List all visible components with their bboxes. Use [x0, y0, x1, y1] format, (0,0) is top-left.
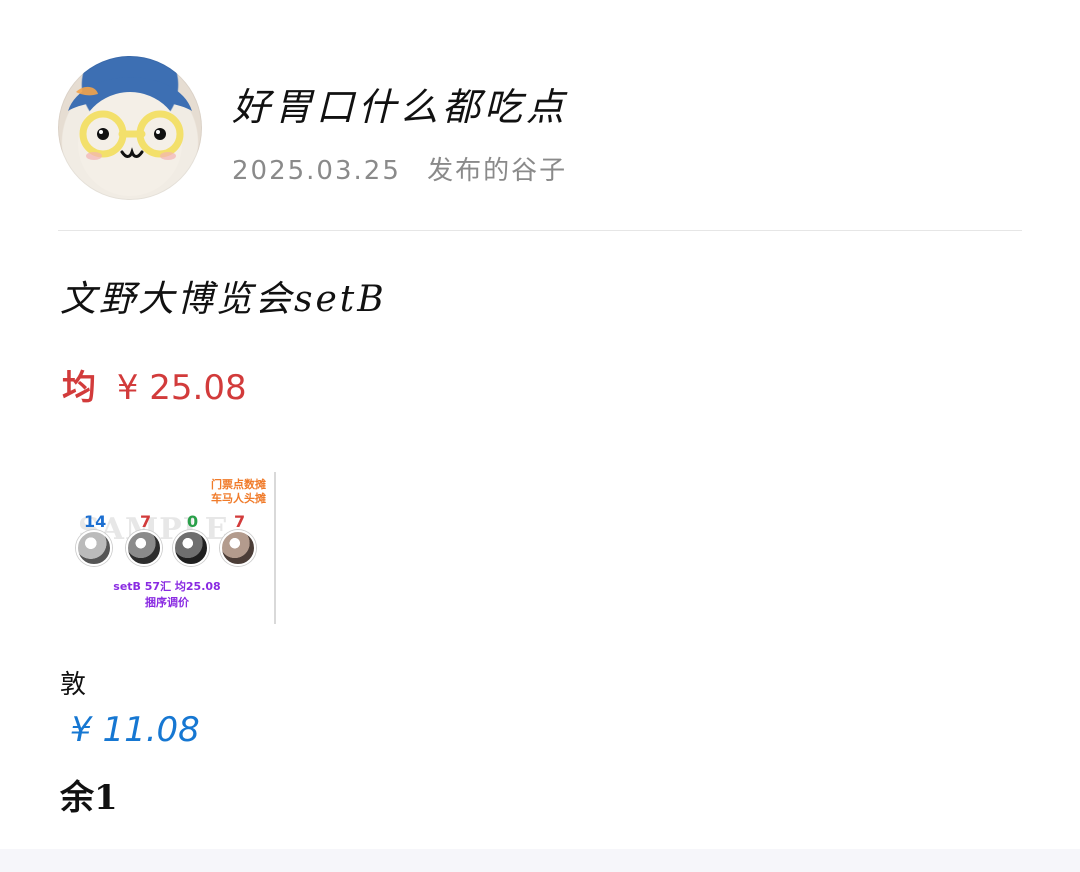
variant-price: ¥ 11.08: [70, 710, 200, 750]
average-value: ¥ 25.08: [116, 368, 247, 408]
avatar[interactable]: [58, 56, 202, 200]
image-caption-1: setB 57汇 均25.08: [113, 580, 221, 593]
bottom-strip: [0, 849, 1080, 872]
remaining-stock: 余1: [60, 778, 118, 818]
post-header: 好胃口什么都吃点 2025.03.25 发布的谷子: [58, 56, 1022, 206]
post-date: 2025.03.25: [232, 156, 401, 186]
post-action: 发布的谷子: [427, 156, 568, 186]
post-meta: 2025.03.25 发布的谷子: [232, 150, 567, 187]
image-count-2: 7: [140, 512, 152, 531]
image-count-3: 0: [187, 512, 199, 531]
post-image-thumbnail[interactable]: 门票点数摊 车马人头摊 SAMPLE 14 7 0 7 setB 57汇 均25…: [60, 472, 276, 624]
image-top-note-line-2: 车马人头摊: [211, 492, 266, 505]
post-title: 文野大博览会setB: [60, 279, 387, 320]
header-divider: [58, 230, 1022, 231]
average-label: 均: [62, 368, 96, 408]
character-avatar-3: [173, 530, 209, 566]
image-count-1: 14: [84, 512, 107, 531]
image-top-note: 门票点数摊 车马人头摊: [211, 478, 266, 506]
image-caption-2: 捆序调价: [145, 596, 189, 609]
character-avatar-1: [76, 530, 112, 566]
avatar-illustration-icon: [68, 77, 192, 196]
image-top-note-line-1: 门票点数摊: [211, 478, 266, 491]
variant-label: 敦: [60, 670, 87, 700]
character-avatar-4: [220, 530, 256, 566]
average-price: 均 ¥ 25.08: [62, 360, 247, 409]
character-avatar-2: [126, 530, 162, 566]
image-count-4: 7: [234, 512, 246, 531]
user-name[interactable]: 好胃口什么都吃点: [232, 76, 568, 131]
